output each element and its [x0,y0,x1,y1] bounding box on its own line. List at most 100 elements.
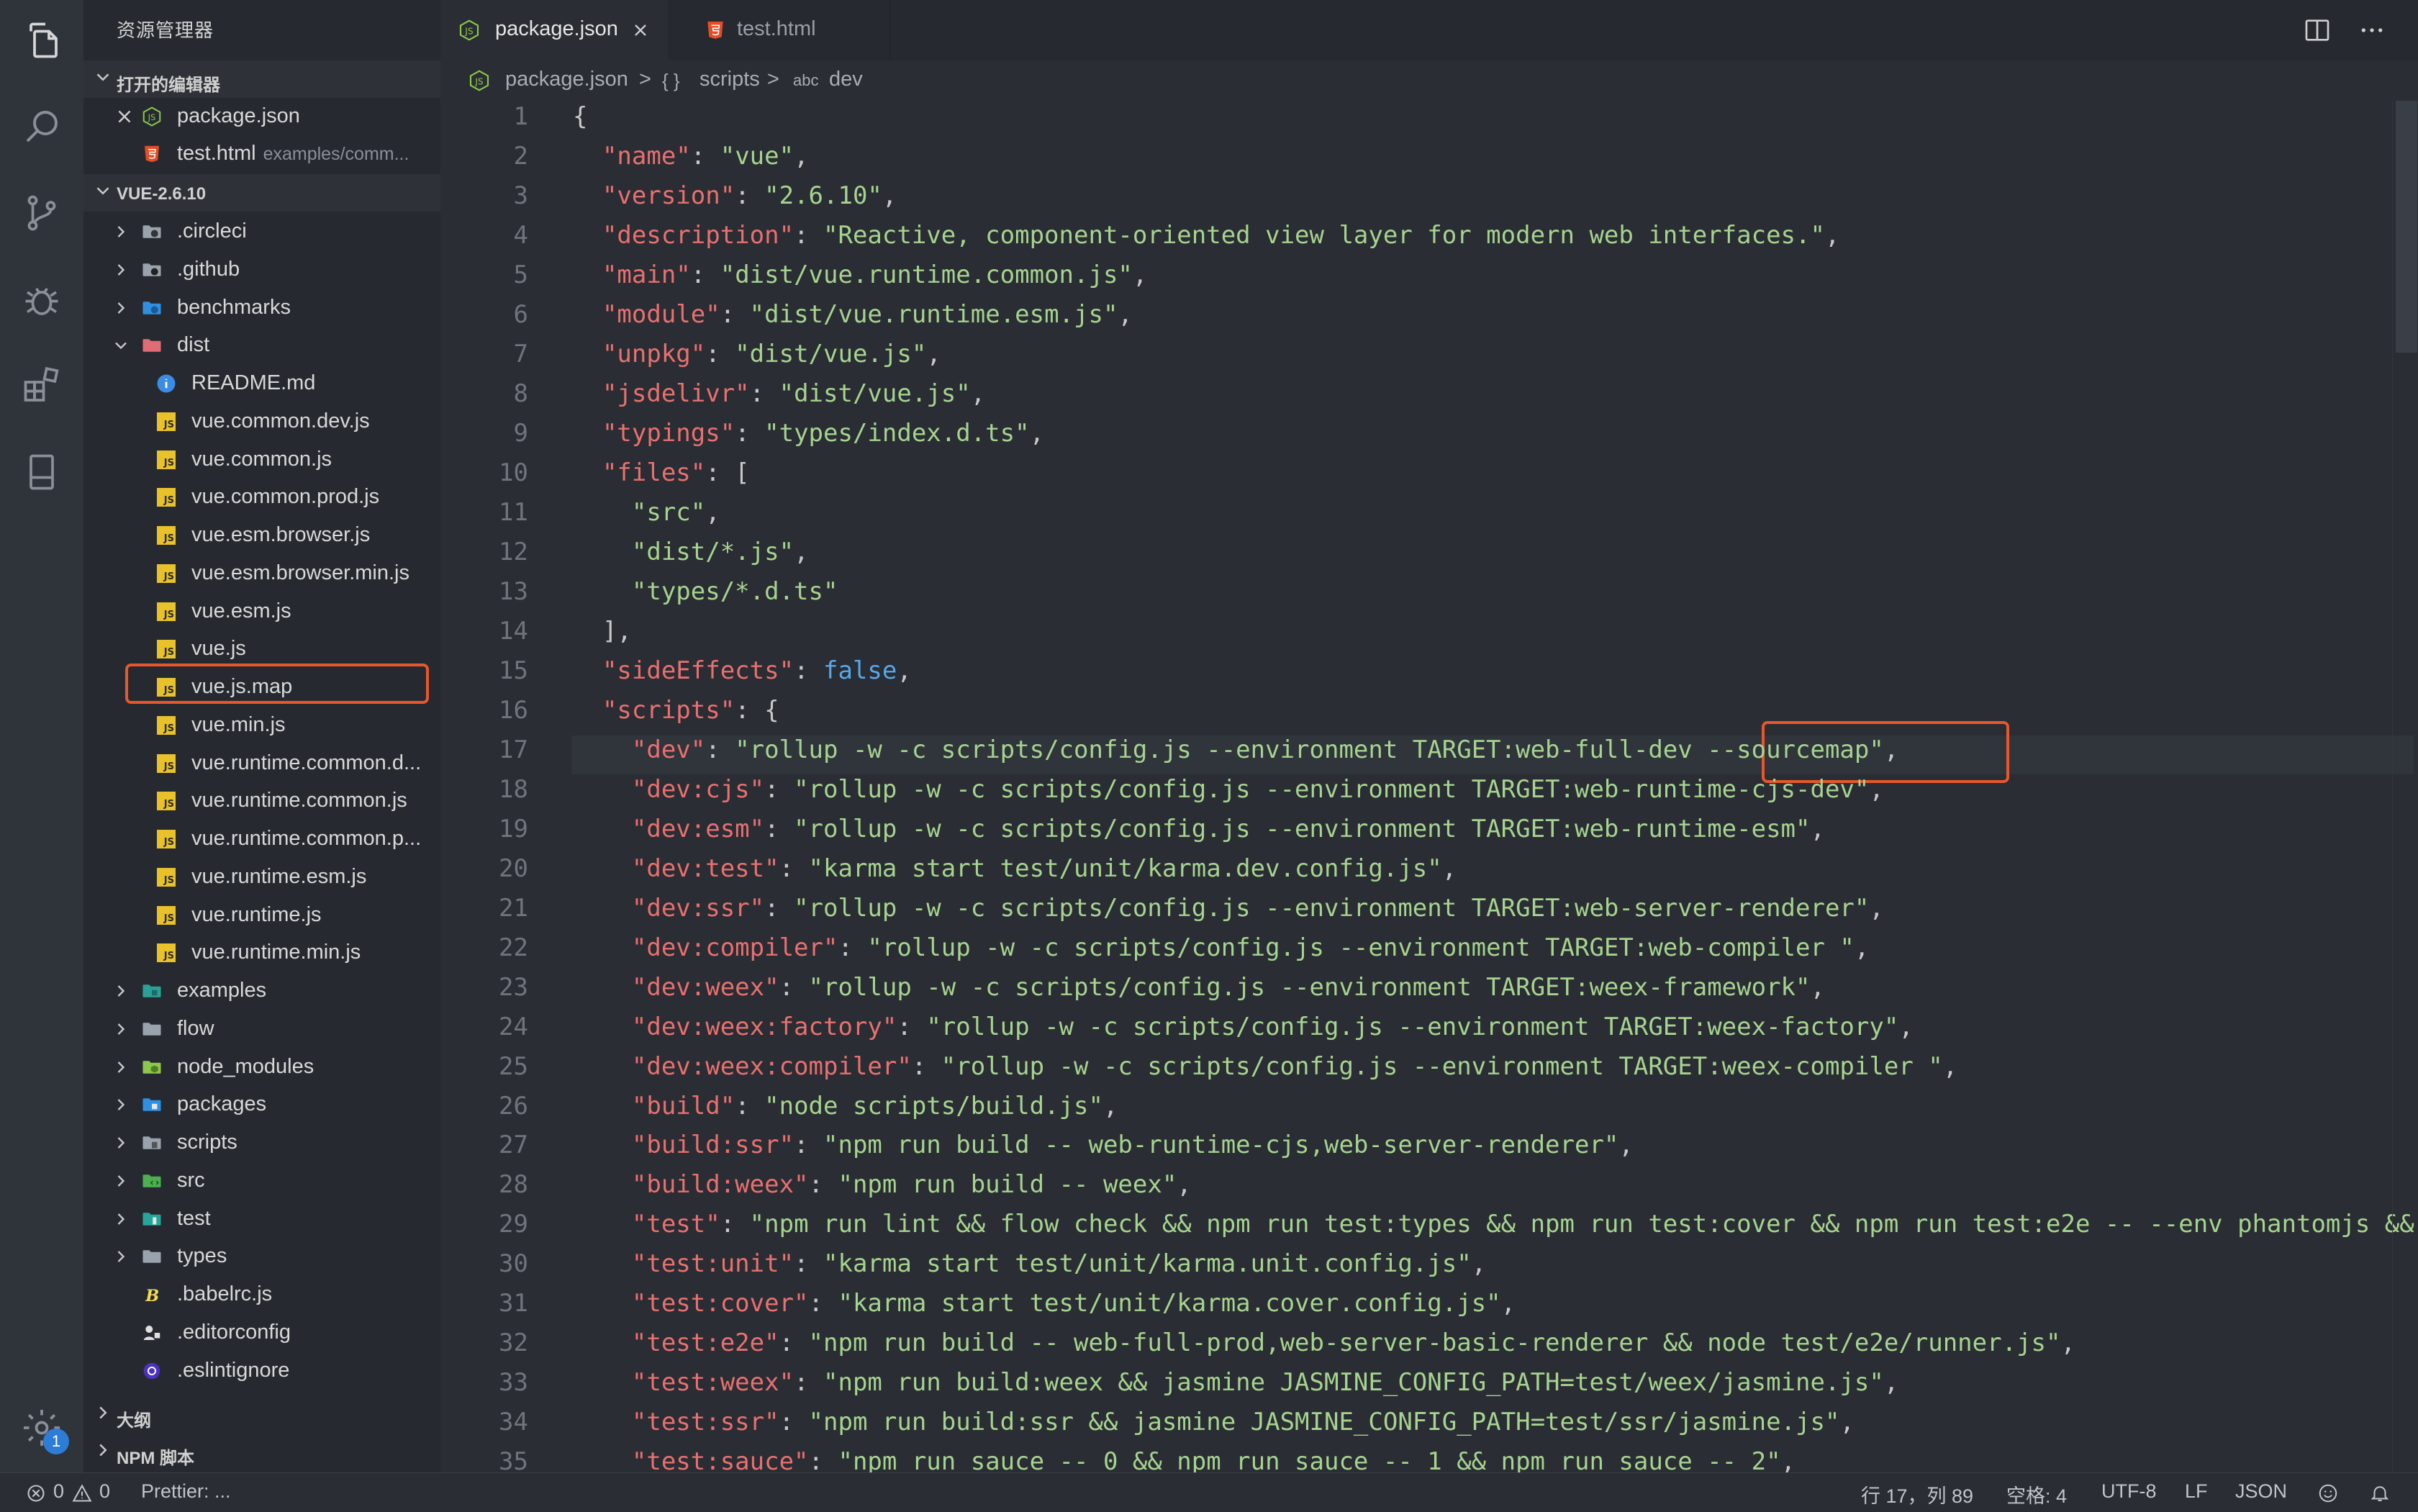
chevron-right-icon[interactable] [111,1095,131,1115]
scrollbar-thumb[interactable] [2396,101,2417,353]
warning-count[interactable]: 0 [99,1480,110,1503]
tree-item[interactable]: src [83,1162,440,1200]
tree-item[interactable]: JS vue.esm.browser.js [83,517,440,554]
svg-text:JS: JS [464,26,473,36]
tree-item[interactable]: JS vue.min.js [83,707,440,744]
code-line: "module": "dist/vue.runtime.esm.js", [573,300,1133,329]
notification-bell-icon[interactable] [2369,1482,2391,1504]
code-line: "dev:compiler": "rollup -w -c scripts/co… [573,933,1870,962]
tree-item[interactable]: .github [83,251,440,289]
tree-item[interactable]: packages [83,1086,440,1123]
error-count[interactable]: 0 [53,1480,64,1503]
code-token: : [897,1012,927,1041]
tree-item[interactable]: JS vue.runtime.common.p... [83,820,440,858]
tree-item[interactable]: README.md [83,365,440,402]
breadcrumb-scripts[interactable]: scripts [699,68,760,91]
tree-item[interactable]: scripts [83,1124,440,1162]
tree-item[interactable]: JS vue.js [83,630,440,668]
tree-item[interactable]: JS vue.common.js [83,441,440,479]
split-editor-icon[interactable] [2303,16,2332,45]
tree-item[interactable]: JS vue.runtime.common.d... [83,745,440,782]
tree-item[interactable]: benchmarks [83,289,440,327]
line-number: 35 [499,1447,528,1472]
tree-item[interactable]: JS vue.esm.browser.min.js [83,555,440,592]
cursor-position[interactable]: 行 17，列 89 [1861,1480,1973,1508]
chevron-right-icon[interactable] [111,981,131,1001]
open-editors-header[interactable]: 打开的编辑器 [83,60,440,98]
chevron-right-icon[interactable] [111,1057,131,1077]
code-line: { [573,102,587,131]
tab-label: test.html [737,17,816,40]
tree-item[interactable]: examples [83,972,440,1010]
indentation[interactable]: 空格: 4 [2006,1480,2067,1508]
tree-item[interactable]: JS vue.common.prod.js [83,479,440,516]
prettier-status[interactable]: Prettier: ... [141,1480,231,1503]
chevron-right-icon[interactable] [111,222,131,242]
chevron-right-icon[interactable] [111,1133,131,1153]
project-header[interactable]: VUE-2.6.10 [83,174,440,212]
scrollbar-track[interactable] [2392,101,2418,1472]
remote-explorer-icon[interactable] [17,448,66,497]
code-line: "jsdelivr": "dist/vue.js", [573,379,985,408]
chevron-right-icon[interactable] [111,1171,131,1191]
tree-item[interactable]: JS vue.runtime.common.js [83,782,440,820]
tree-item[interactable]: dist [83,327,440,364]
tree-item[interactable]: JS vue.common.dev.js [83,403,440,440]
source-control-icon[interactable] [17,189,66,237]
search-icon[interactable] [17,102,66,151]
end-of-line[interactable]: LF [2185,1480,2208,1503]
chevron-down-icon[interactable] [111,335,131,356]
code-token: "npm run build -- web-runtime-cjs,web-se… [823,1131,1619,1160]
nodejs-file-icon: JS [141,106,163,127]
tree-item[interactable]: B .babelrc.js [83,1276,440,1313]
open-editor-item[interactable]: JS package.json [83,98,440,135]
debug-icon[interactable] [17,275,66,324]
line-number: 30 [499,1249,528,1279]
code-token: : [808,1170,838,1200]
line-number: 33 [499,1368,528,1398]
tree-item[interactable]: test [83,1200,440,1238]
tree-item[interactable]: JS vue.runtime.js [83,897,440,934]
code-line: "scripts": { [573,696,779,725]
more-actions-icon[interactable] [2358,16,2386,45]
open-editor-item[interactable]: test.html examples/comm... [83,135,440,173]
close-icon[interactable] [630,20,651,40]
chevron-right-icon[interactable] [111,298,131,318]
npm-scripts-header[interactable]: NPM 脚本 [83,1434,440,1471]
language-mode[interactable]: JSON [2235,1480,2287,1503]
code-token: , [1869,774,1884,804]
encoding[interactable]: UTF-8 [2101,1480,2157,1503]
tab-package-json[interactable]: JS package.json [440,0,668,60]
outline-header[interactable]: 大纲 [83,1396,440,1434]
tree-item[interactable]: JS vue.runtime.min.js [83,934,440,972]
close-icon[interactable] [114,106,135,127]
chevron-right-icon[interactable] [111,1246,131,1267]
tree-item[interactable]: types [83,1238,440,1275]
chevron-right-icon[interactable] [111,260,131,280]
tab-test-html[interactable]: test.html [668,0,890,60]
chevron-right-icon[interactable] [111,1209,131,1229]
breadcrumb-dev[interactable]: dev [829,68,863,91]
warning-icon[interactable] [72,1483,92,1503]
extensions-icon[interactable] [17,361,66,410]
outline-label: 大纲 [117,1411,151,1431]
tree-item[interactable]: .editorconfig [83,1314,440,1352]
tree-item[interactable]: node_modules [83,1049,440,1086]
tree-item[interactable]: JS vue.esm.js [83,593,440,630]
code-line: "build:weex": "npm run build -- weex", [573,1170,1192,1199]
tree-item[interactable]: .eslintignore [83,1352,440,1390]
feedback-smiley-icon[interactable] [2317,1482,2339,1504]
tree-item[interactable]: flow [83,1010,440,1048]
breadcrumb-file[interactable]: package.json [505,68,628,91]
code-editor[interactable]: 1 2 3 4 5 6 7 8 9 10 11 12 13 14 15 16 17 18 19 20 21 22 23 24 2… [440,101,2418,1472]
tree-item[interactable]: .circleci [83,213,440,250]
explorer-icon[interactable] [17,16,66,65]
chevron-right-icon[interactable] [111,1019,131,1039]
error-icon[interactable] [26,1483,46,1503]
tree-item[interactable]: JS vue.runtime.esm.js [83,859,440,896]
